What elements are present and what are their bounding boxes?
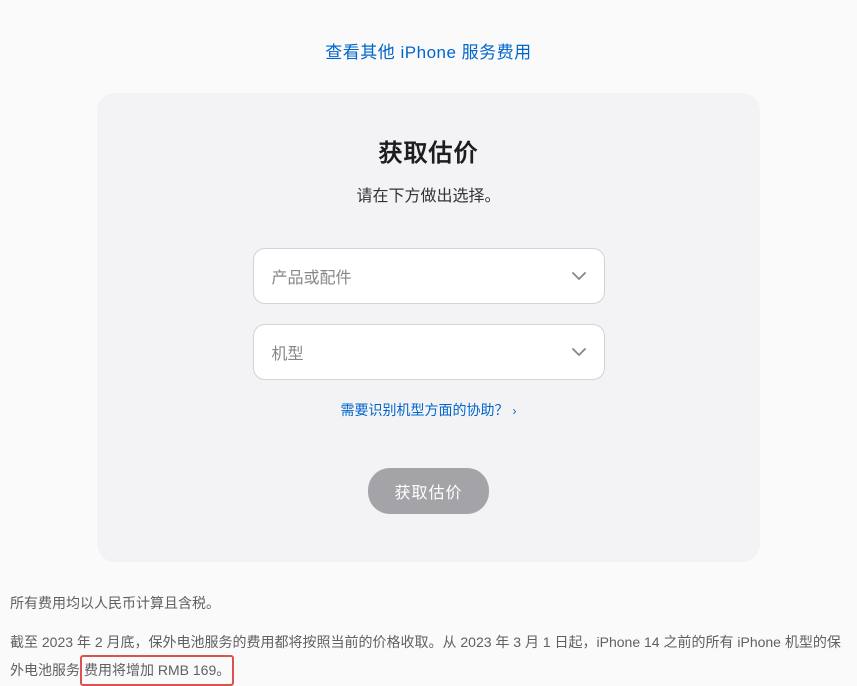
chevron-down-icon [572, 343, 586, 361]
select-model-wrap: 机型 [253, 324, 605, 380]
footer-line-1: 所有费用均以人民币计算且含税。 [10, 590, 847, 617]
help-link-container: 需要识别机型方面的协助？ › [137, 400, 720, 420]
other-service-fees-link[interactable]: 查看其他 iPhone 服务费用 [325, 43, 531, 62]
price-increase-highlight: 费用将增加 RMB 169。 [80, 655, 234, 686]
card-subtitle: 请在下方做出选择。 [137, 182, 720, 206]
identify-model-help-link[interactable]: 需要识别机型方面的协助？ › [341, 402, 517, 418]
estimate-card: 获取估价 请在下方做出选择。 产品或配件 机型 需要识别机型方面的协助？ › 获取… [97, 93, 760, 562]
product-select[interactable]: 产品或配件 [253, 248, 605, 304]
chevron-right-icon: › [513, 404, 517, 418]
model-select-placeholder: 机型 [272, 340, 304, 364]
chevron-down-icon [572, 267, 586, 285]
footer-text: 所有费用均以人民币计算且含税。 截至 2023 年 2 月底，保外电池服务的费用… [0, 562, 857, 686]
get-estimate-button[interactable]: 获取估价 [368, 468, 488, 514]
top-link-container: 查看其他 iPhone 服务费用 [0, 0, 857, 93]
select-product-wrap: 产品或配件 [253, 248, 605, 304]
product-select-placeholder: 产品或配件 [272, 264, 352, 288]
card-title: 获取估价 [137, 133, 720, 168]
model-select[interactable]: 机型 [253, 324, 605, 380]
help-link-label: 需要识别机型方面的协助？ [341, 402, 509, 418]
footer-line-2: 截至 2023 年 2 月底，保外电池服务的费用都将按照当前的价格收取。从 20… [10, 629, 847, 686]
